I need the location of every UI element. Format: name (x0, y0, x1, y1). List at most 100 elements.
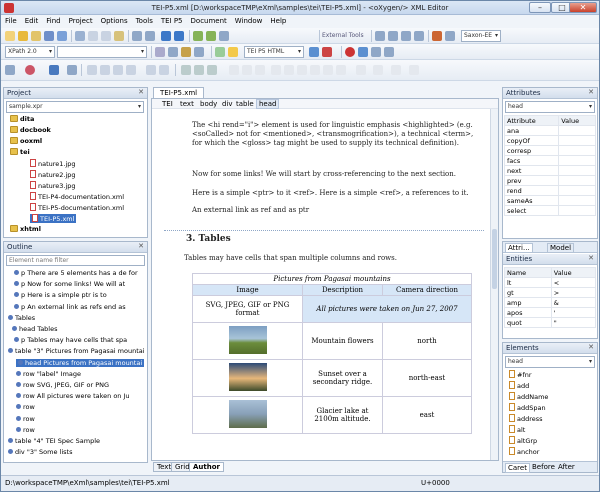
minimize-button[interactable]: – (529, 2, 551, 13)
attributes-tab[interactable]: Attri... (505, 243, 533, 253)
cut-icon[interactable] (88, 31, 98, 41)
css-icon[interactable] (113, 65, 123, 75)
tool-icon[interactable] (414, 31, 424, 41)
insert-paragraph-icon[interactable] (229, 65, 239, 75)
menu-help[interactable]: Help (266, 15, 290, 25)
save-all-icon[interactable] (57, 31, 67, 41)
delete-row-icon[interactable] (297, 65, 307, 75)
entity-name[interactable]: gt (504, 287, 552, 298)
record-icon[interactable] (345, 47, 355, 57)
entity-name[interactable]: amp (504, 297, 552, 308)
before-tab[interactable]: Before (530, 463, 557, 471)
xpath-input[interactable] (57, 46, 147, 58)
xslt-debugger-icon[interactable] (432, 31, 442, 41)
tool-icon[interactable] (401, 31, 411, 41)
bookmark-icon[interactable] (67, 65, 77, 75)
tool-icon[interactable] (388, 31, 398, 41)
table-icon[interactable] (409, 65, 419, 75)
css-icon[interactable] (146, 65, 156, 75)
caret-tab[interactable]: Caret (505, 463, 530, 473)
outline-item[interactable]: table "4" TEI Spec Sample (8, 437, 100, 445)
outline-item[interactable]: row SVG, JPEG, GIF or PNG (16, 381, 109, 389)
attribute-name[interactable]: corresp (503, 145, 560, 156)
author-mode-tab[interactable]: Author (189, 462, 224, 472)
copy-icon[interactable] (101, 31, 111, 41)
css-icon[interactable] (159, 65, 169, 75)
table-icon[interactable] (373, 65, 383, 75)
tree-file[interactable]: nature2.jpg (30, 170, 76, 179)
tree-file-selected[interactable]: TEI-P5.xml (30, 214, 77, 223)
new-file-icon[interactable] (5, 31, 15, 41)
close-icon[interactable]: ✕ (588, 343, 594, 351)
tag-icon[interactable] (181, 47, 191, 57)
css-icon[interactable] (126, 65, 136, 75)
element-item[interactable]: addSpan (509, 403, 546, 412)
outline-item[interactable]: head Pictures from Pagasai mountai (16, 358, 145, 367)
undo-icon[interactable] (161, 31, 171, 41)
entity-name[interactable]: quot (504, 317, 552, 328)
element-item[interactable]: address (509, 414, 543, 423)
edit-attr-icon[interactable] (194, 47, 204, 57)
tree-file[interactable]: TEI-P4-documentation.xml (30, 192, 124, 201)
tree-file[interactable]: nature1.jpg (30, 159, 76, 168)
breadcrumb-item[interactable]: TEI (162, 100, 173, 108)
close-icon[interactable]: ✕ (138, 88, 144, 96)
outline-item[interactable]: table "3" Pictures from Pagasai mountai (8, 347, 145, 355)
breadcrumb-item[interactable]: body (200, 100, 217, 108)
tree-folder[interactable]: xhtml (10, 225, 41, 233)
print-icon[interactable] (75, 31, 85, 41)
format-indent-icon[interactable] (168, 47, 178, 57)
tree-folder[interactable]: tei (10, 148, 30, 156)
element-item[interactable]: addName (509, 392, 548, 401)
close-button[interactable]: ✕ (569, 2, 597, 13)
paste-icon[interactable] (114, 31, 124, 41)
external-tools-label[interactable]: External Tools (322, 32, 364, 39)
filter-icon[interactable] (49, 65, 59, 75)
breadcrumb-item[interactable]: div (222, 100, 233, 108)
entity-name[interactable]: lt (504, 277, 552, 288)
menu-window[interactable]: Window (231, 15, 267, 25)
element-item[interactable]: #fnr (509, 370, 532, 379)
tree-folder[interactable]: ooxml (10, 137, 42, 145)
close-icon[interactable]: ✕ (138, 242, 144, 250)
split-cell-icon[interactable] (323, 65, 333, 75)
play-icon[interactable] (358, 47, 368, 57)
outline-item[interactable]: row (16, 403, 35, 411)
tree-file[interactable]: nature3.jpg (30, 181, 76, 190)
tree-folder[interactable]: docbook (10, 126, 51, 134)
outline-item[interactable]: head Tables (12, 325, 58, 333)
insert-table-icon[interactable] (255, 65, 265, 75)
outline-item[interactable]: p Tables may have cells that spa (14, 336, 127, 344)
menu-tools[interactable]: Tools (132, 15, 157, 25)
breadcrumb-item[interactable]: table (236, 100, 254, 108)
elements-combo[interactable]: head (505, 356, 595, 368)
project-combo[interactable]: sample.xpr (6, 101, 144, 113)
xquery-debugger-icon[interactable] (445, 31, 455, 41)
table-props-icon[interactable] (336, 65, 346, 75)
tool-icon[interactable] (384, 47, 394, 57)
attribute-name[interactable]: copyOf (503, 135, 560, 146)
find-next-icon[interactable] (145, 31, 155, 41)
attribute-name[interactable]: select (503, 205, 560, 216)
back-icon[interactable] (193, 31, 203, 41)
outline-item[interactable]: p Now for some links! We will at (14, 280, 125, 288)
insert-list-icon[interactable] (242, 65, 252, 75)
attribute-name[interactable]: sameAs (503, 195, 560, 206)
last-edit-icon[interactable] (219, 31, 229, 41)
xpath-version-combo[interactable]: XPath 2.0 (5, 46, 55, 58)
menu-find[interactable]: Find (42, 15, 64, 25)
breadcrumb-item[interactable]: text (180, 100, 194, 108)
outline-item[interactable]: div "3" Some lists (8, 448, 72, 456)
transform-scenario-combo[interactable]: TEI P5 HTML (244, 46, 304, 58)
attribute-name[interactable]: facs (503, 155, 560, 166)
element-item[interactable]: anchor (509, 447, 539, 456)
outline-item[interactable]: row (16, 415, 35, 423)
outline-filter-input[interactable]: Element name filter (6, 255, 145, 266)
menu-tei[interactable]: TEI P5 (157, 15, 187, 25)
validate-icon[interactable] (215, 47, 225, 57)
insert-column-icon[interactable] (284, 65, 294, 75)
menu-edit[interactable]: Edit (21, 15, 43, 25)
close-icon[interactable]: ✕ (588, 254, 594, 262)
tool-icon[interactable] (371, 47, 381, 57)
configure-transform-icon[interactable] (322, 47, 332, 57)
